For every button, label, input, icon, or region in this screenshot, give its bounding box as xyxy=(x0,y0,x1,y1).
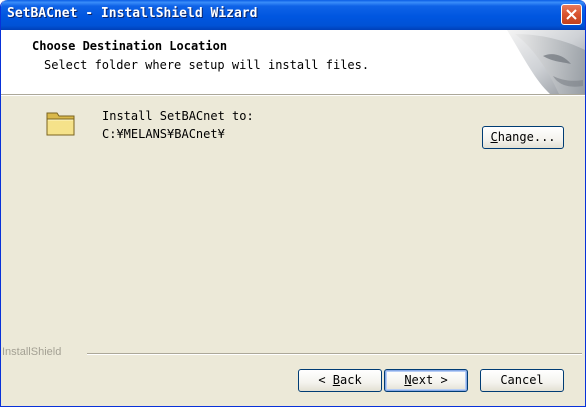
back-button-mnemonic: B xyxy=(332,373,340,387)
cancel-button[interactable]: Cancel xyxy=(480,369,564,392)
next-button-label: ext > xyxy=(411,373,448,387)
change-button-label: hange... xyxy=(497,130,556,144)
window-title: SetBACnet - InstallShield Wizard xyxy=(7,6,258,21)
title-bar[interactable]: SetBACnet - InstallShield Wizard xyxy=(1,0,585,30)
back-button[interactable]: < Back xyxy=(298,369,382,392)
close-icon xyxy=(566,9,577,20)
folder-icon xyxy=(46,112,75,136)
wizard-header: Choose Destination Location Select folde… xyxy=(1,30,585,94)
header-divider-highlight xyxy=(1,95,585,96)
next-button[interactable]: Next > xyxy=(384,369,468,392)
page-title: Choose Destination Location xyxy=(32,39,228,53)
installshield-header-graphic xyxy=(507,30,585,94)
installshield-brand-label: InstallShield xyxy=(2,346,62,358)
close-button[interactable] xyxy=(561,4,582,25)
install-path-value: C:¥MELANS¥BACnet¥ xyxy=(102,127,225,141)
back-button-label: ack xyxy=(340,373,362,387)
change-button[interactable]: Change... xyxy=(482,126,564,149)
footer-divider-highlight xyxy=(87,354,582,355)
change-button-mnemonic: C xyxy=(490,130,498,144)
page-subtitle: Select folder where setup will install f… xyxy=(44,58,370,72)
next-button-mnemonic: N xyxy=(404,373,412,387)
back-button-prefix: < xyxy=(318,373,333,387)
install-location-label: Install SetBACnet to: xyxy=(102,109,254,123)
installshield-wizard-window: SetBACnet - InstallShield Wizard Choose … xyxy=(0,0,586,407)
